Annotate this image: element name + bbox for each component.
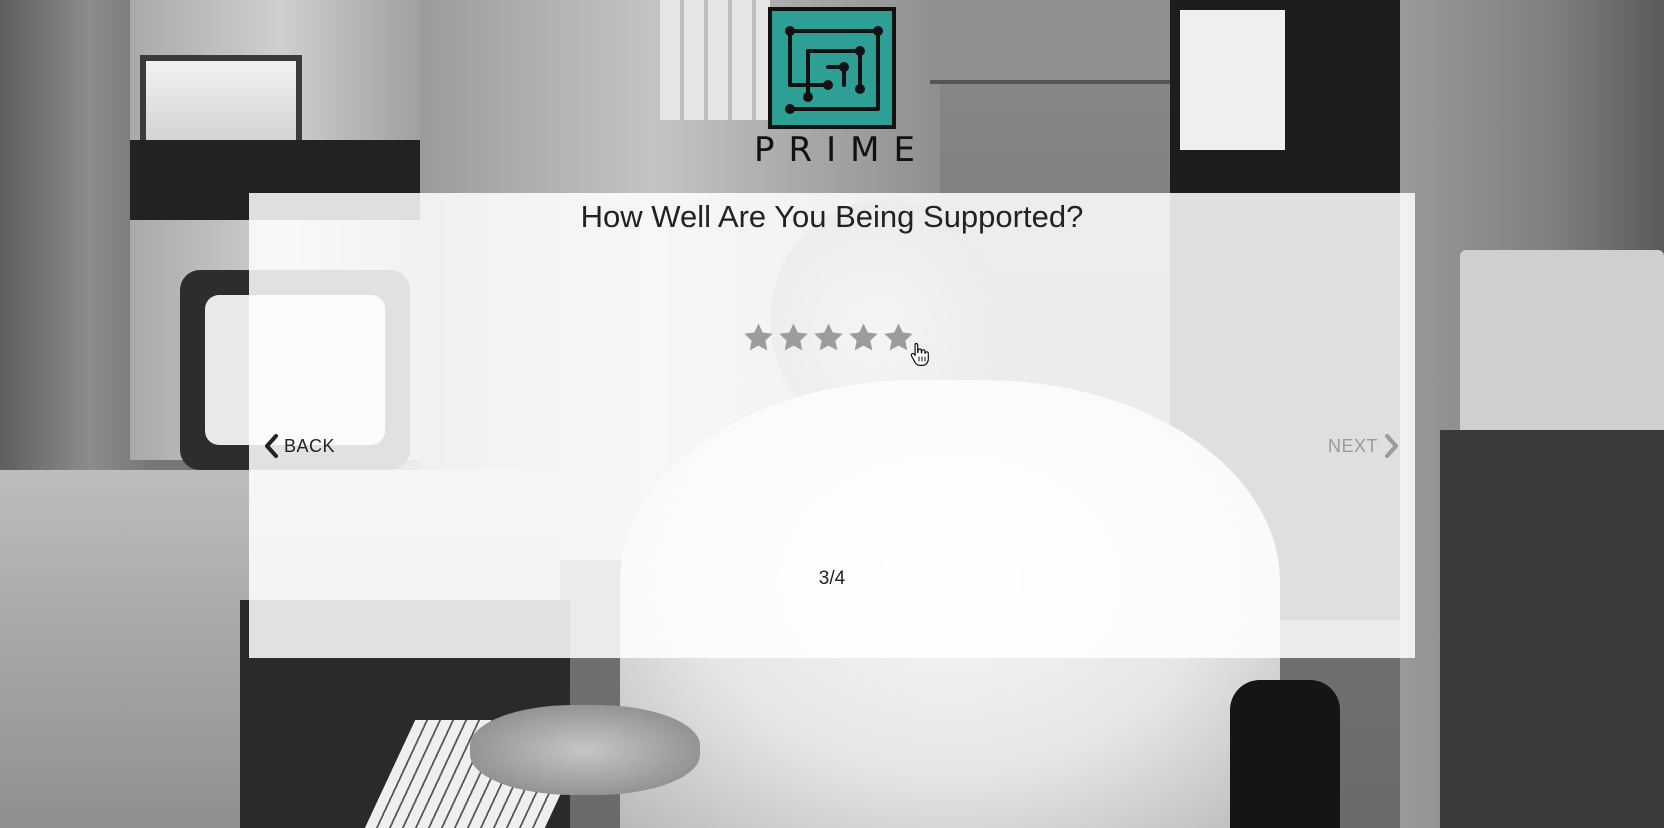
logo-wordmark: PRIME (754, 130, 929, 170)
star-icon[interactable] (742, 321, 775, 354)
star-icon[interactable] (812, 321, 845, 354)
back-button-label: BACK (284, 435, 336, 456)
progress-indicator: 3/4 (818, 568, 846, 589)
star-icon[interactable] (777, 321, 810, 354)
chevron-right-icon (1385, 434, 1398, 458)
next-button-label: NEXT (1327, 435, 1378, 456)
back-button[interactable]: BACK (263, 431, 335, 461)
circuit-maze-icon (768, 7, 896, 129)
star-icon[interactable] (847, 321, 880, 354)
survey-card: How Well Are You Being Supported? BACK N… (249, 193, 1415, 658)
next-button[interactable]: NEXT (1328, 431, 1400, 461)
survey-screen: PRIME How Well Are You Being Supported? … (0, 0, 1664, 828)
chevron-left-icon (265, 434, 278, 458)
star-rating[interactable] (742, 321, 915, 361)
survey-question: How Well Are You Being Supported? (580, 199, 1084, 234)
prime-logo: PRIME (740, 4, 924, 174)
hand-pointer-cursor-icon (910, 342, 929, 366)
